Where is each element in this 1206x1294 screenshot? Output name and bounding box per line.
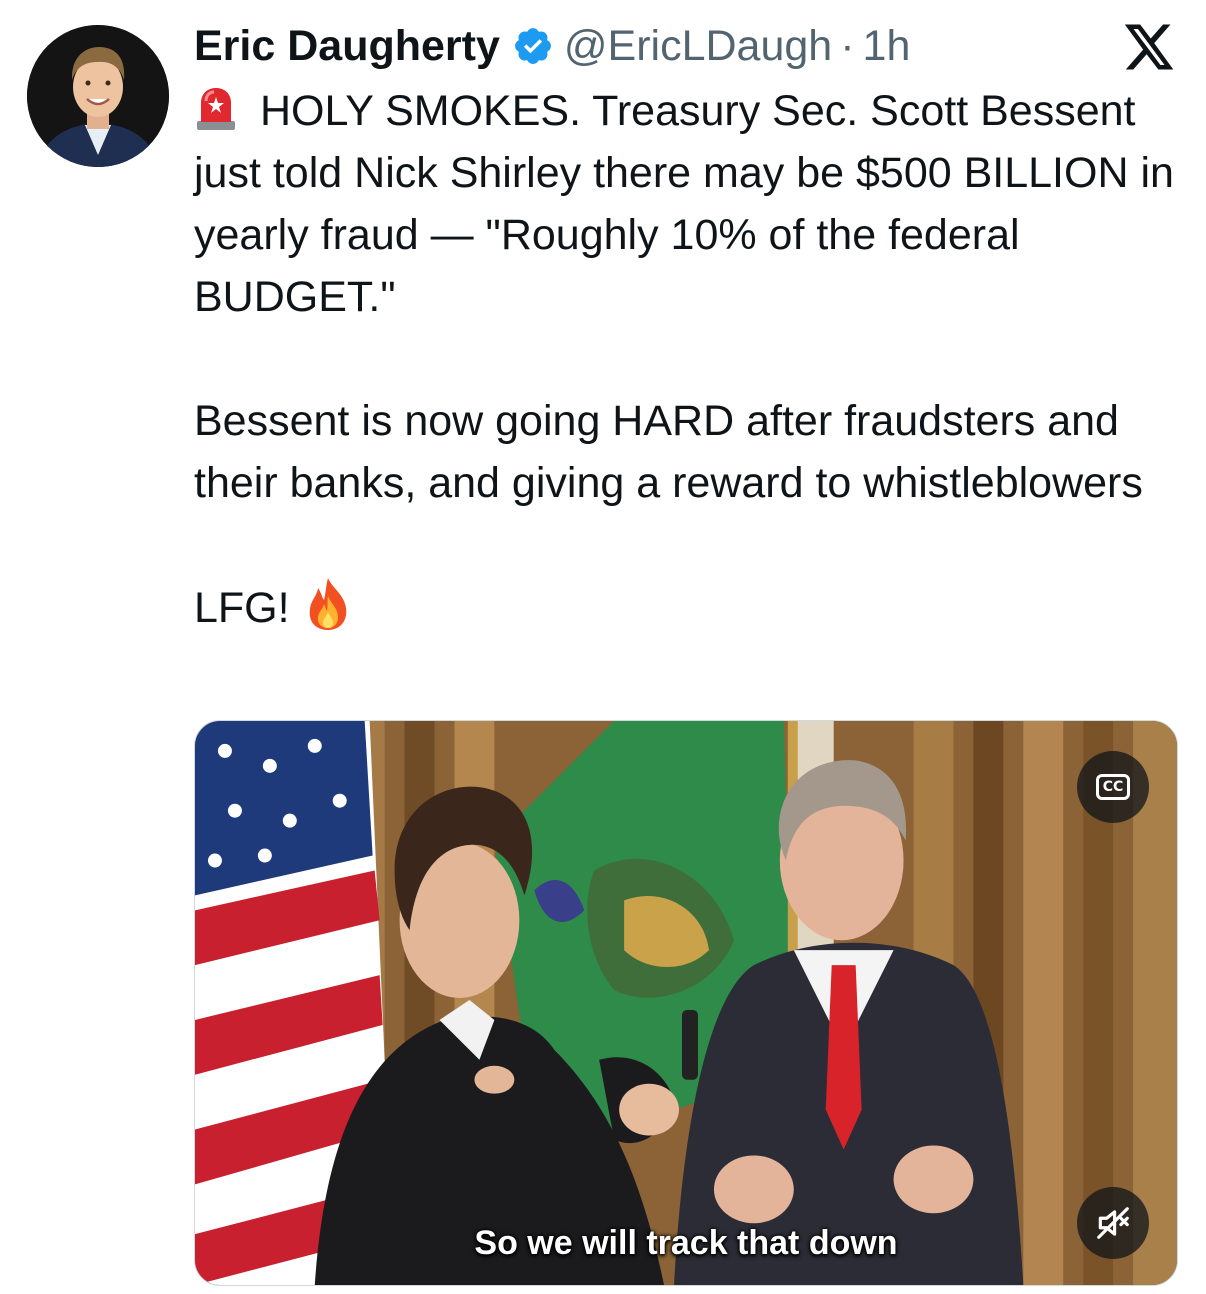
tweet-card: Eric Daugherty @EricLDaugh · 1h HOLY SMO… <box>0 0 1206 1294</box>
tweet-paragraph-1: HOLY SMOKES. Treasury Sec. Scott Bessent… <box>194 80 1194 328</box>
avatar[interactable] <box>27 25 169 167</box>
tweet-paragraph-1-text: HOLY SMOKES. Treasury Sec. Scott Bessent… <box>194 87 1174 321</box>
tweet-paragraph-3: LFG! <box>194 576 1194 639</box>
tweet-header: Eric Daugherty @EricLDaugh · 1h <box>194 18 910 74</box>
closed-captions-icon: CC <box>1096 774 1130 800</box>
avatar-photo <box>27 25 169 167</box>
police-siren-emoji <box>197 88 235 130</box>
captions-toggle-button[interactable]: CC <box>1077 751 1149 823</box>
video-player[interactable]: CC So we will track that down <box>194 720 1178 1286</box>
timestamp[interactable]: 1h <box>863 18 911 74</box>
x-logo-icon[interactable] <box>1122 22 1176 72</box>
handle[interactable]: @EricLDaugh <box>564 18 832 74</box>
video-subtitle: So we will track that down <box>474 1224 898 1262</box>
fire-emoji <box>309 578 346 630</box>
display-name[interactable]: Eric Daugherty <box>194 18 500 74</box>
verified-badge-icon[interactable] <box>512 25 554 67</box>
tweet-paragraph-2: Bessent is now going HARD after fraudste… <box>194 397 1143 507</box>
video-frame <box>195 721 1177 1285</box>
tweet-paragraph-3-text: LFG! <box>194 584 290 632</box>
separator-dot: · <box>840 22 855 70</box>
tweet-text: HOLY SMOKES. Treasury Sec. Scott Bessent… <box>194 80 1194 639</box>
